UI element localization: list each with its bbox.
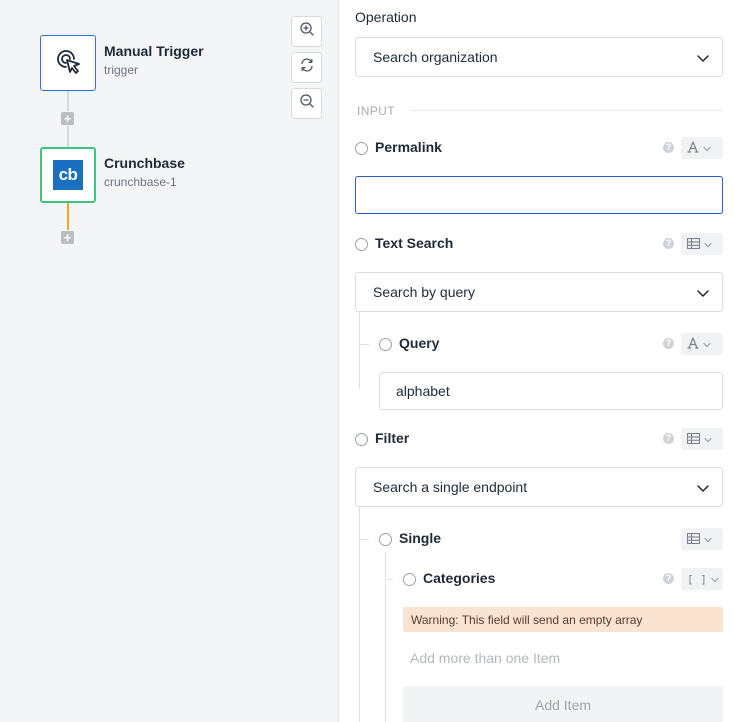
connector-line bbox=[67, 91, 69, 111]
add-items-placeholder: Add more than one Item bbox=[410, 650, 561, 666]
permalink-radio[interactable] bbox=[355, 142, 368, 155]
operation-label: Operation bbox=[355, 9, 417, 25]
node-title: Crunchbase bbox=[104, 155, 185, 171]
select-value: Search by query bbox=[373, 284, 475, 300]
operation-select-value: Search organization bbox=[373, 49, 498, 65]
field-type-toggle[interactable] bbox=[681, 528, 723, 550]
chevron-down-icon bbox=[696, 51, 710, 68]
chevron-down-icon bbox=[704, 432, 712, 447]
array-type-icon: [ ] bbox=[687, 572, 707, 586]
help-icon[interactable]: ? bbox=[663, 238, 674, 249]
chevron-down-icon bbox=[696, 286, 710, 303]
section-heading-input: INPUT bbox=[357, 104, 395, 118]
nesting-line bbox=[359, 344, 369, 345]
field-type-toggle[interactable] bbox=[681, 137, 723, 159]
chevron-down-icon bbox=[711, 572, 719, 587]
text-search-mode-select[interactable]: Search by query bbox=[355, 272, 723, 312]
add-item-button[interactable]: Add Item bbox=[403, 686, 723, 722]
connector-line bbox=[67, 126, 69, 147]
workflow-canvas[interactable]: + + Manual Trigger trigger cb Crunchbase… bbox=[0, 0, 338, 722]
categories-radio[interactable] bbox=[403, 573, 416, 586]
text-search-radio[interactable] bbox=[355, 238, 368, 251]
nesting-line bbox=[385, 579, 393, 580]
query-label: Query bbox=[399, 335, 440, 351]
zoom-in-icon bbox=[299, 21, 315, 42]
zoom-out-icon bbox=[299, 93, 315, 114]
empty-array-warning: Warning: This field will send an empty a… bbox=[403, 607, 723, 632]
single-radio[interactable] bbox=[379, 533, 392, 546]
node-config-panel: Operation Search organization INPUT Perm… bbox=[338, 0, 734, 722]
permalink-input[interactable] bbox=[355, 176, 723, 214]
divider bbox=[411, 110, 722, 111]
table-type-icon bbox=[686, 237, 701, 252]
node-subtitle: crunchbase-1 bbox=[104, 175, 177, 189]
permalink-label: Permalink bbox=[375, 139, 442, 155]
text-search-label: Text Search bbox=[375, 235, 454, 251]
nesting-line bbox=[359, 539, 369, 540]
single-label: Single bbox=[399, 530, 442, 546]
query-input[interactable]: alphabet bbox=[379, 372, 723, 410]
text-type-icon bbox=[687, 140, 699, 156]
filter-label: Filter bbox=[375, 430, 410, 446]
nesting-line bbox=[385, 552, 386, 722]
connector-line-active bbox=[67, 203, 69, 230]
add-step-plus-icon[interactable]: + bbox=[61, 112, 74, 125]
text-type-icon bbox=[687, 336, 699, 352]
nesting-line bbox=[359, 312, 360, 389]
help-icon[interactable]: ? bbox=[663, 573, 674, 584]
node-title: Manual Trigger bbox=[104, 43, 204, 59]
help-icon[interactable]: ? bbox=[663, 142, 674, 153]
chevron-down-icon bbox=[704, 532, 712, 547]
chevron-down-icon bbox=[703, 337, 711, 352]
filter-mode-select[interactable]: Search a single endpoint bbox=[355, 467, 723, 507]
zoom-in-button[interactable] bbox=[291, 16, 322, 47]
chevron-down-icon bbox=[696, 481, 710, 498]
help-icon[interactable]: ? bbox=[663, 433, 674, 444]
query-radio[interactable] bbox=[379, 338, 392, 351]
field-type-toggle[interactable] bbox=[681, 233, 723, 255]
crunchbase-logo-icon: cb bbox=[53, 160, 83, 190]
field-type-toggle[interactable] bbox=[681, 428, 723, 450]
zoom-out-button[interactable] bbox=[291, 88, 322, 119]
reset-zoom-button[interactable] bbox=[291, 52, 322, 83]
cursor-click-icon bbox=[52, 45, 84, 82]
node-subtitle: trigger bbox=[104, 63, 139, 77]
field-type-toggle[interactable]: [ ] bbox=[681, 568, 723, 590]
field-type-toggle[interactable] bbox=[681, 333, 723, 355]
help-icon[interactable]: ? bbox=[663, 338, 674, 349]
chevron-down-icon bbox=[704, 237, 712, 252]
filter-radio[interactable] bbox=[355, 433, 368, 446]
refresh-icon bbox=[299, 57, 315, 78]
operation-select[interactable]: Search organization bbox=[355, 37, 723, 77]
chevron-down-icon bbox=[703, 141, 711, 156]
table-type-icon bbox=[686, 532, 701, 547]
categories-label: Categories bbox=[423, 570, 496, 586]
add-step-plus-icon[interactable]: + bbox=[61, 231, 74, 244]
crunchbase-node[interactable]: cb bbox=[40, 147, 96, 203]
table-type-icon bbox=[686, 432, 701, 447]
manual-trigger-node[interactable] bbox=[40, 35, 96, 91]
select-value: Search a single endpoint bbox=[373, 479, 528, 495]
